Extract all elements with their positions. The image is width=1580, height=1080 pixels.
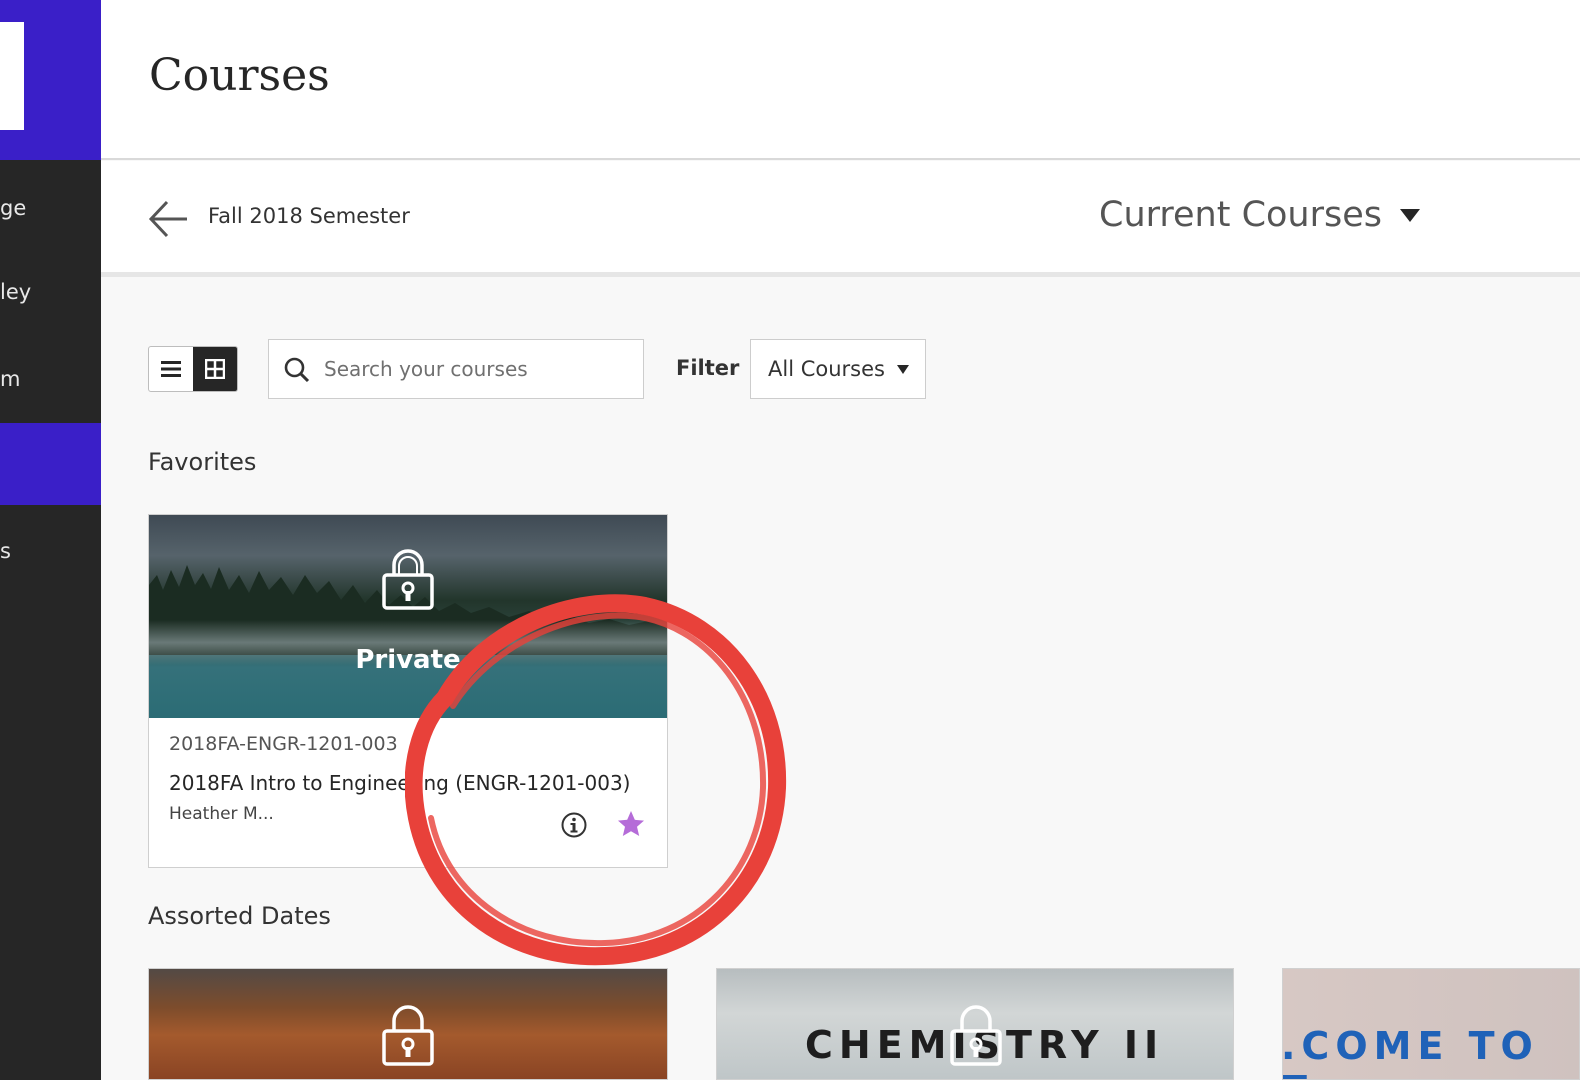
favorites-heading: Favorites xyxy=(148,448,257,476)
sidebar-item-courses[interactable] xyxy=(0,423,101,505)
term-dropdown[interactable]: Current Courses xyxy=(1099,195,1421,235)
institution-logo[interactable] xyxy=(0,22,24,130)
course-card[interactable] xyxy=(148,968,668,1080)
lock-icon xyxy=(947,1005,1005,1067)
list-view-icon xyxy=(161,361,181,377)
page-title: Courses xyxy=(149,50,330,101)
course-id: 2018FA-ENGR-1201-003 xyxy=(169,733,398,755)
back-button[interactable] xyxy=(147,199,189,239)
term-dropdown-label: Current Courses xyxy=(1099,195,1383,235)
semester-label: Fall 2018 Semester xyxy=(208,204,410,228)
course-banner-image: Private xyxy=(149,515,667,718)
sidebar-item-3[interactable]: m xyxy=(0,336,101,422)
side-navigation: ge ley m s xyxy=(0,0,101,1080)
sidebar-item-2[interactable]: ley xyxy=(0,250,101,334)
lock-icon xyxy=(379,1005,437,1067)
search-input[interactable] xyxy=(324,340,634,398)
course-name-link[interactable]: 2018FA Intro to Engineering (ENGR-1201-0… xyxy=(169,771,630,795)
term-bar: Fall 2018 Semester Current Courses xyxy=(101,161,1580,277)
private-status-label: Private xyxy=(355,645,461,675)
list-view-button[interactable] xyxy=(149,347,193,391)
course-card[interactable]: CHEMISTRY II xyxy=(716,968,1234,1080)
caret-down-icon xyxy=(1400,208,1421,222)
sidebar-item-label: s xyxy=(0,539,11,563)
sidebar-item-5[interactable]: s xyxy=(0,508,101,594)
view-toggle xyxy=(148,346,238,392)
grid-view-icon xyxy=(205,359,225,379)
course-card[interactable]: .COME TO T xyxy=(1282,968,1580,1080)
caret-down-icon xyxy=(896,364,909,374)
sidebar-item-label: m xyxy=(0,367,21,391)
sidebar-brand-area xyxy=(0,0,101,160)
filter-dropdown[interactable]: All Courses xyxy=(750,339,926,399)
filter-label: Filter xyxy=(676,356,740,380)
sidebar-item-1[interactable]: ge xyxy=(0,166,101,250)
info-icon[interactable] xyxy=(560,811,588,839)
grid-view-button[interactable] xyxy=(193,347,237,391)
course-banner-text: .COME TO T xyxy=(1282,1024,1539,1079)
course-card[interactable]: Private 2018FA-ENGR-1201-003 2018FA Intr… xyxy=(148,514,668,868)
assorted-dates-heading: Assorted Dates xyxy=(148,902,331,930)
favorite-star-icon[interactable] xyxy=(616,809,646,839)
filter-dropdown-value: All Courses xyxy=(768,357,885,381)
course-search xyxy=(268,339,644,399)
sidebar-item-label: ge xyxy=(0,196,27,220)
search-icon xyxy=(284,357,310,383)
arrow-left-icon xyxy=(148,200,187,238)
sidebar-item-label: ley xyxy=(0,280,32,304)
page-header: Courses xyxy=(101,0,1580,160)
lock-icon xyxy=(379,549,437,611)
course-instructor[interactable]: Heather M... xyxy=(169,804,274,824)
